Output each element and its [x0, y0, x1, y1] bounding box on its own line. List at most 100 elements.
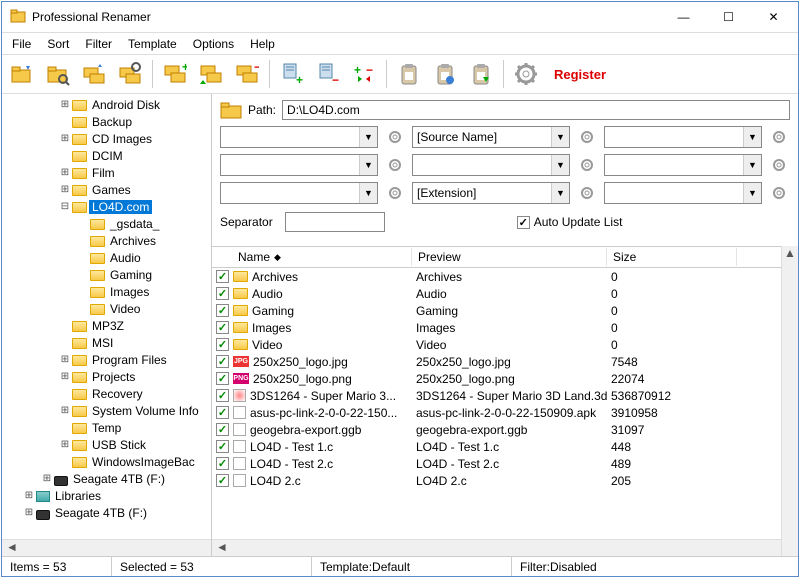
- file-row[interactable]: ✓LO4D - Test 1.cLO4D - Test 1.c448: [212, 438, 781, 455]
- tree-item[interactable]: Archives: [4, 232, 209, 249]
- tree-label[interactable]: _gsdata_: [107, 217, 162, 231]
- tree-item[interactable]: ⊞Seagate 4TB (F:): [4, 470, 209, 487]
- tree-label[interactable]: Backup: [89, 115, 135, 129]
- col-size[interactable]: Size: [607, 248, 737, 266]
- maximize-button[interactable]: ☐: [706, 3, 751, 31]
- expand-icon[interactable]: [76, 234, 90, 248]
- list-hscroll[interactable]: ◄: [212, 539, 781, 556]
- row-checkbox[interactable]: ✓: [216, 338, 229, 351]
- tree-item[interactable]: MSI: [4, 334, 209, 351]
- tree-item[interactable]: _gsdata_: [4, 215, 209, 232]
- toolbar-btn-2[interactable]: [42, 58, 74, 90]
- rule-combo-9[interactable]: ▼: [604, 182, 762, 204]
- file-row[interactable]: ✓AudioAudio0: [212, 285, 781, 302]
- menu-options[interactable]: Options: [185, 35, 242, 53]
- expand-icon[interactable]: ⊞: [58, 183, 72, 197]
- tree-hscroll[interactable]: ◄: [2, 539, 211, 556]
- rule-combo-7[interactable]: ▼: [220, 182, 378, 204]
- chevron-down-icon[interactable]: ▼: [551, 155, 569, 175]
- toolbar-btn-4[interactable]: [114, 58, 146, 90]
- file-row[interactable]: ✓JPG250x250_logo.jpg250x250_logo.jpg7548: [212, 353, 781, 370]
- tree-label[interactable]: LO4D.com: [89, 200, 152, 214]
- tree-item[interactable]: ⊞CD Images: [4, 130, 209, 147]
- expand-icon[interactable]: ⊞: [58, 353, 72, 367]
- file-list[interactable]: ✓ArchivesArchives0✓AudioAudio0✓GamingGam…: [212, 268, 781, 539]
- row-checkbox[interactable]: ✓: [216, 457, 229, 470]
- file-row[interactable]: ✓ArchivesArchives0: [212, 268, 781, 285]
- toolbar-btn-13[interactable]: [465, 58, 497, 90]
- toolbar-btn-12[interactable]: [429, 58, 461, 90]
- row-checkbox[interactable]: ✓: [216, 304, 229, 317]
- row-checkbox[interactable]: ✓: [216, 321, 229, 334]
- auto-update-checkbox[interactable]: ✓Auto Update List: [517, 215, 623, 229]
- expand-icon[interactable]: ⊞: [22, 489, 36, 503]
- chevron-down-icon[interactable]: ▼: [359, 155, 377, 175]
- tree-label[interactable]: Android Disk: [89, 98, 163, 112]
- tree-item[interactable]: Backup: [4, 113, 209, 130]
- tree-item[interactable]: MP3Z: [4, 317, 209, 334]
- expand-icon[interactable]: ⊞: [58, 370, 72, 384]
- tree-label[interactable]: Projects: [89, 370, 138, 384]
- menu-file[interactable]: File: [4, 35, 39, 53]
- chevron-down-icon[interactable]: ▼: [551, 183, 569, 203]
- chevron-down-icon[interactable]: ▼: [359, 127, 377, 147]
- expand-icon[interactable]: [58, 149, 72, 163]
- expand-icon[interactable]: [76, 268, 90, 282]
- toolbar-btn-11[interactable]: [393, 58, 425, 90]
- titlebar[interactable]: Professional Renamer — ☐ ✕: [2, 2, 798, 32]
- tree-label[interactable]: Images: [107, 285, 152, 299]
- file-row[interactable]: ✓3DS1264 - Super Mario 3...3DS1264 - Sup…: [212, 387, 781, 404]
- tree-label[interactable]: Games: [89, 183, 134, 197]
- expand-icon[interactable]: [76, 217, 90, 231]
- row-checkbox[interactable]: ✓: [216, 423, 229, 436]
- expand-icon[interactable]: [58, 455, 72, 469]
- tree-label[interactable]: Libraries: [52, 489, 104, 503]
- tree-label[interactable]: MP3Z: [89, 319, 127, 333]
- tree-item[interactable]: DCIM: [4, 147, 209, 164]
- rule-gear-8[interactable]: [576, 182, 598, 204]
- chevron-down-icon[interactable]: ▼: [743, 155, 761, 175]
- rule-gear-5[interactable]: [576, 154, 598, 176]
- folder-tree[interactable]: ⊞Android DiskBackup⊞CD ImagesDCIM⊞Film⊞G…: [2, 94, 211, 539]
- row-checkbox[interactable]: ✓: [216, 287, 229, 300]
- tree-item[interactable]: Audio: [4, 249, 209, 266]
- file-row[interactable]: ✓PNG250x250_logo.png250x250_logo.png2207…: [212, 370, 781, 387]
- row-checkbox[interactable]: ✓: [216, 389, 229, 402]
- toolbar-btn-7[interactable]: −: [231, 58, 263, 90]
- rule-gear-6[interactable]: [768, 154, 790, 176]
- expand-icon[interactable]: ⊞: [58, 438, 72, 452]
- menu-filter[interactable]: Filter: [77, 35, 120, 53]
- expand-icon[interactable]: ⊞: [58, 404, 72, 418]
- rule-gear-9[interactable]: [768, 182, 790, 204]
- toolbar-settings-button[interactable]: [510, 58, 542, 90]
- rule-combo-2[interactable]: [Source Name]▼: [412, 126, 570, 148]
- tree-label[interactable]: Audio: [107, 251, 144, 265]
- row-checkbox[interactable]: ✓: [216, 474, 229, 487]
- close-button[interactable]: ✕: [751, 3, 796, 31]
- file-row[interactable]: ✓ImagesImages0: [212, 319, 781, 336]
- tree-label[interactable]: Temp: [89, 421, 124, 435]
- tree-label[interactable]: Gaming: [107, 268, 155, 282]
- chevron-down-icon[interactable]: ▼: [551, 127, 569, 147]
- rule-combo-6[interactable]: ▼: [604, 154, 762, 176]
- tree-item[interactable]: Recovery: [4, 385, 209, 402]
- toolbar-btn-6[interactable]: [195, 58, 227, 90]
- expand-icon[interactable]: ⊞: [40, 472, 54, 486]
- register-link[interactable]: Register: [554, 67, 606, 82]
- expand-icon[interactable]: ⊞: [22, 506, 36, 520]
- expand-icon[interactable]: [76, 302, 90, 316]
- file-row[interactable]: ✓GamingGaming0: [212, 302, 781, 319]
- expand-icon[interactable]: [58, 319, 72, 333]
- tree-label[interactable]: CD Images: [89, 132, 155, 146]
- toolbar-btn-5[interactable]: +: [159, 58, 191, 90]
- tree-item[interactable]: ⊞ Libraries: [4, 487, 209, 504]
- tree-item[interactable]: ⊞Android Disk: [4, 96, 209, 113]
- tree-label[interactable]: USB Stick: [89, 438, 149, 452]
- row-checkbox[interactable]: ✓: [216, 406, 229, 419]
- file-row[interactable]: ✓asus-pc-link-2-0-0-22-150...asus-pc-lin…: [212, 404, 781, 421]
- path-input[interactable]: [282, 100, 790, 120]
- row-checkbox[interactable]: ✓: [216, 440, 229, 453]
- tree-label[interactable]: Recovery: [89, 387, 146, 401]
- chevron-down-icon[interactable]: ▼: [743, 127, 761, 147]
- rule-combo-4[interactable]: ▼: [220, 154, 378, 176]
